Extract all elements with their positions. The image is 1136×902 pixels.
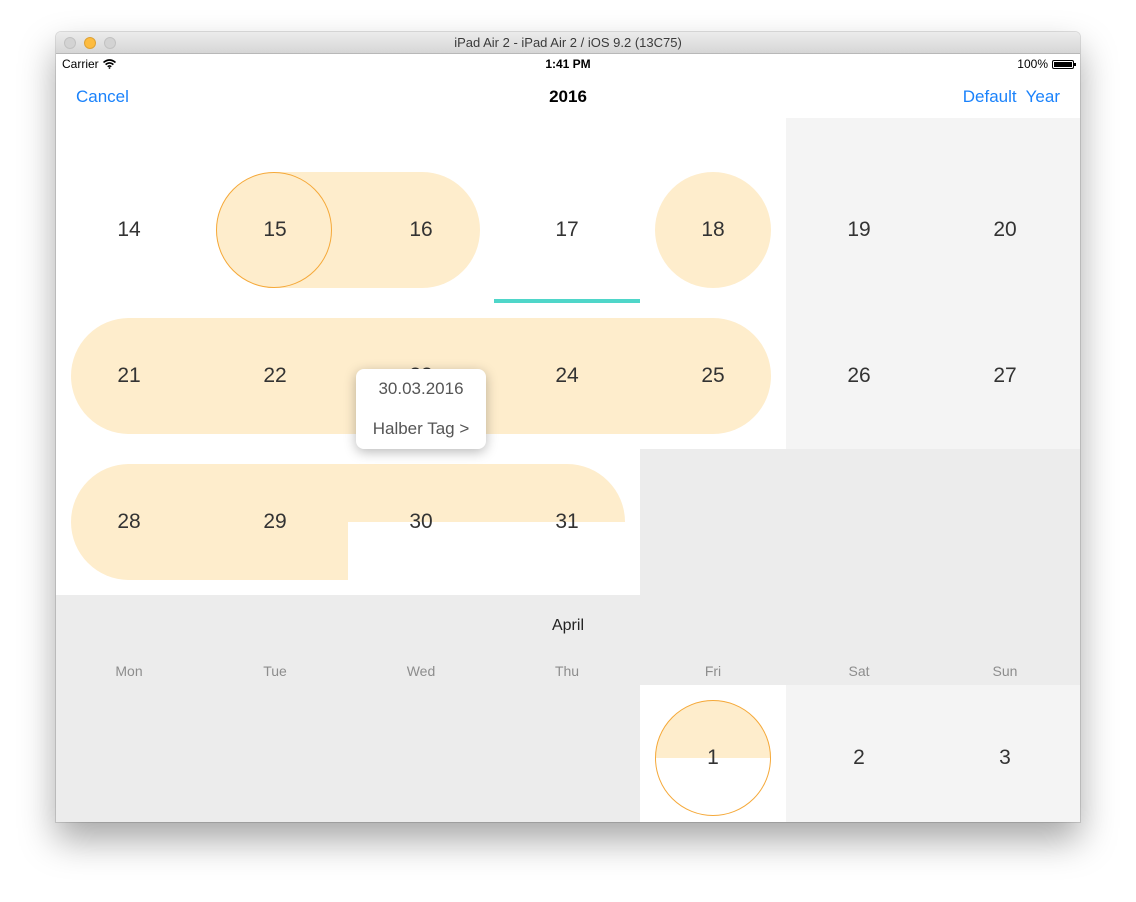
day-cell-april-1[interactable]: 1 bbox=[640, 685, 786, 822]
day-cell-24[interactable]: 24 bbox=[494, 303, 640, 449]
weekday-label: Tue bbox=[263, 663, 287, 679]
window-title: iPad Air 2 - iPad Air 2 / iOS 9.2 (13C75… bbox=[454, 35, 682, 50]
day-cell-25[interactable]: 25 bbox=[640, 303, 786, 449]
day-cell-20[interactable]: 20 bbox=[932, 157, 1078, 303]
day-cell-16[interactable]: 16 bbox=[348, 157, 494, 303]
empty-days-area bbox=[640, 449, 1080, 595]
window-titlebar: iPad Air 2 - iPad Air 2 / iOS 9.2 (13C75… bbox=[56, 32, 1080, 54]
calendar-view: 14 15 16 17 18 19 20 21 22 23 24 25 26 2… bbox=[56, 118, 1080, 822]
weekday-label: Sun bbox=[992, 663, 1018, 679]
status-time: 1:41 PM bbox=[545, 57, 591, 71]
month-label: April bbox=[551, 617, 584, 634]
day-cell-april-2[interactable]: 2 bbox=[786, 685, 932, 822]
day-cell-31[interactable]: 31 bbox=[494, 449, 640, 595]
battery-icon bbox=[1052, 59, 1076, 69]
day-cell-29[interactable]: 29 bbox=[202, 449, 348, 595]
day-cell-26[interactable]: 26 bbox=[786, 303, 932, 449]
month-header-april: April Mon Tue Wed Thu Fri Sat Sun bbox=[56, 595, 1080, 685]
day-cell-21[interactable]: 21 bbox=[56, 303, 202, 449]
popover-date: 30.03.2016 bbox=[378, 379, 464, 398]
day-popover: 30.03.2016 Halber Tag > bbox=[356, 369, 486, 449]
day-cell-14[interactable]: 14 bbox=[56, 157, 202, 303]
day-cell-17[interactable]: 17 bbox=[494, 157, 640, 303]
weekday-label: Fri bbox=[704, 663, 722, 679]
empty-days-area bbox=[56, 685, 640, 822]
simulator-window: iPad Air 2 - iPad Air 2 / iOS 9.2 (13C75… bbox=[56, 32, 1080, 822]
weekday-label: Wed bbox=[406, 663, 436, 679]
navigation-bar: Cancel 2016 Default Year bbox=[56, 74, 1080, 118]
weekday-label: Mon bbox=[115, 663, 143, 679]
ios-status-bar: Carrier 1:41 PM 100% bbox=[56, 54, 1080, 74]
page-title: 2016 bbox=[549, 87, 587, 106]
day-cell-18[interactable]: 18 bbox=[640, 157, 786, 303]
weekday-label: Thu bbox=[554, 663, 580, 679]
weekday-label: Sat bbox=[848, 663, 870, 679]
half-day-option[interactable]: Halber Tag > bbox=[356, 419, 486, 439]
day-cell-28[interactable]: 28 bbox=[56, 449, 202, 595]
day-cell-15[interactable]: 15 bbox=[202, 157, 348, 303]
default-button[interactable]: Default bbox=[963, 87, 1017, 107]
year-button[interactable]: Year bbox=[1026, 87, 1060, 107]
day-cell-april-3[interactable]: 3 bbox=[932, 685, 1078, 822]
day-cell-30[interactable]: 30 bbox=[348, 449, 494, 595]
day-cell-27[interactable]: 27 bbox=[932, 303, 1078, 449]
day-cell-19[interactable]: 19 bbox=[786, 157, 932, 303]
battery-percentage: 100% bbox=[1017, 57, 1048, 71]
day-cell-22[interactable]: 22 bbox=[202, 303, 348, 449]
